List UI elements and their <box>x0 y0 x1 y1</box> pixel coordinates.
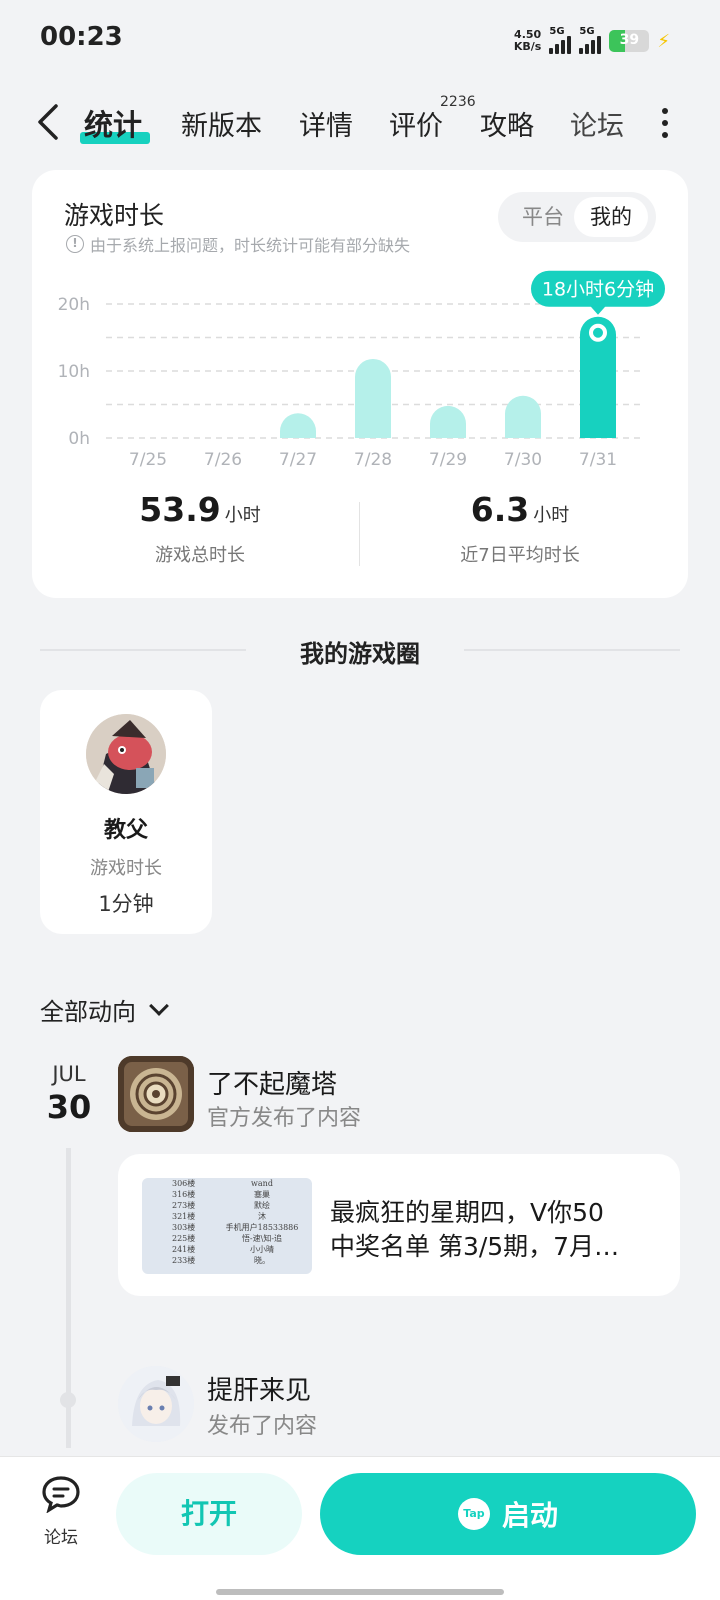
thumb-row: 241楼 小小晴 <box>142 1244 312 1255</box>
thumb-row: 306楼 wand <box>142 1178 312 1189</box>
thumb-winner: 悟-速\知-追 <box>241 1234 283 1243</box>
x-tick-label: 7/31 <box>579 450 617 470</box>
thumb-row: 316楼 塞巢 <box>142 1189 312 1200</box>
friend-play-time: 1分钟 <box>98 892 154 916</box>
y-tick-label: 10h <box>58 362 90 382</box>
friend-card[interactable]: 教父 游戏时长 1分钟 <box>40 690 212 934</box>
timeline-dot <box>60 1392 76 1408</box>
forum-icon <box>42 1476 80 1514</box>
chart-bar-7-27[interactable] <box>280 413 316 438</box>
thumb-row: 225楼 悟-速\知-追 <box>142 1233 312 1244</box>
x-tick-label: 7/28 <box>354 450 392 470</box>
y-tick-label: 20h <box>58 295 90 315</box>
thumb-floor: 273楼 <box>172 1201 196 1210</box>
tap-icon: Tap <box>457 1498 490 1530</box>
thumb-row: 303楼 手机用户18533886 <box>142 1222 312 1233</box>
post-action: 官方发布了内容 <box>207 1106 362 1131</box>
date-day: 30 <box>46 1088 92 1126</box>
top-tab-bar: 统计 新版本 详情 评价 2236 攻略 论坛 <box>0 92 720 162</box>
play-time-chart: 7/25 7/26 7/27 7/28 7/29 7/30 7/31 0h 10h 20h 18… <box>58 270 665 470</box>
status-time: 00:23 <box>40 22 123 52</box>
tooltip-text: 18小时6分钟 <box>542 279 654 301</box>
avg-play-time: 6.3 小时 近7日平均时长 <box>460 490 580 566</box>
post-text: 最疯狂的星期四，V你50 中奖名单 第3/5期，7月… <box>330 1198 620 1261</box>
charging-icon: ⚡ <box>657 30 670 52</box>
bottom-action-bar: 论坛 打开 Tap 启动 <box>0 1456 720 1600</box>
thumb-winner: 默绘 <box>254 1201 270 1210</box>
total-play-time: 53.9 小时 游戏总时长 <box>139 490 261 566</box>
activity-filter[interactable]: 全部动向 <box>40 992 169 1027</box>
chart-bar-7-29[interactable] <box>430 405 466 438</box>
friend-name: 教父 <box>103 818 148 843</box>
thumb-floor: 233楼 <box>172 1256 196 1265</box>
network-speed: 4.50 KB/s <box>513 28 542 53</box>
thumb-floor: 225楼 <box>172 1234 196 1243</box>
thumb-row: 321楼 沐 <box>142 1211 312 1222</box>
thumb-winner: wand <box>251 1179 273 1188</box>
battery-icon: 39 <box>609 30 650 52</box>
signal-icon-2: 5G <box>579 26 602 54</box>
status-bar: 00:23 4.50 KB/s 5G 5G 39 ⚡ <box>0 0 720 80</box>
x-tick-label: 7/25 <box>129 450 167 470</box>
post-card[interactable]: 306楼 wand 316楼 塞巢 273楼 默绘 321楼 沐 303楼 手机用户1853388… <box>118 1154 680 1296</box>
section-title: 我的游戏圈 <box>300 640 420 668</box>
launch-button[interactable]: Tap 启动 <box>320 1473 696 1555</box>
tab-guides[interactable]: 攻略 <box>480 104 534 143</box>
forum-button[interactable]: 论坛 <box>30 1475 92 1548</box>
x-tick-label: 7/26 <box>204 450 242 470</box>
thumb-winner: 沐 <box>258 1212 266 1221</box>
tab-details[interactable]: 详情 <box>299 104 353 143</box>
x-tick-label: 7/29 <box>429 450 467 470</box>
thumb-winner: 晓。 <box>254 1256 270 1265</box>
home-indicator[interactable] <box>216 1589 504 1595</box>
tab-stats[interactable]: 统计 <box>84 102 142 144</box>
thumb-row: 233楼 晓。 <box>142 1255 312 1266</box>
post-action: 发布了内容 <box>207 1414 318 1439</box>
post-author[interactable]: 提肝来见 <box>207 1370 311 1407</box>
chart-tooltip: 18小时6分钟 <box>531 270 665 315</box>
tab-reviews[interactable]: 评价 <box>389 104 443 143</box>
friend-play-label: 游戏时长 <box>90 858 162 879</box>
tab-new-version[interactable]: 新版本 <box>181 104 262 143</box>
thumb-floor: 321楼 <box>172 1212 196 1221</box>
avatar <box>86 714 166 794</box>
post-author[interactable]: 了不起魔塔 <box>207 1064 337 1101</box>
thumb-winner: 塞巢 <box>254 1190 270 1199</box>
signal-icon: 5G <box>549 26 572 54</box>
y-tick-label: 0h <box>68 429 90 449</box>
thumb-floor: 306楼 <box>172 1179 196 1188</box>
thumb-floor: 303楼 <box>172 1223 196 1232</box>
thumb-floor: 316楼 <box>172 1190 196 1199</box>
back-icon[interactable] <box>34 102 64 142</box>
thumb-winner: 小小晴 <box>250 1245 274 1254</box>
game-icon[interactable] <box>118 1056 194 1132</box>
date-month: JUL <box>52 1062 86 1086</box>
thumb-floor: 241楼 <box>172 1245 196 1254</box>
thumb-row: 273楼 默绘 <box>142 1200 312 1211</box>
play-time-card: 游戏时长 ! 由于系统上报问题，时长统计可能有部分缺失 平台 我的 7/25 7/… <box>32 170 688 598</box>
x-tick-label: 7/30 <box>504 450 542 470</box>
reviews-count-badge: 2236 <box>440 94 476 110</box>
open-button[interactable]: 打开 <box>116 1473 302 1555</box>
status-icons: 4.50 KB/s 5G 5G 39 ⚡ <box>514 26 670 56</box>
chart-bar-7-31[interactable] <box>580 316 616 438</box>
chevron-down-icon <box>149 995 169 1016</box>
x-tick-label: 7/27 <box>279 450 317 470</box>
chart-bar-7-30[interactable] <box>505 395 541 438</box>
tab-forum[interactable]: 论坛 <box>570 104 624 143</box>
chart-bar-7-28[interactable] <box>355 358 391 438</box>
more-icon[interactable] <box>662 108 670 138</box>
avatar[interactable] <box>118 1366 194 1442</box>
post-thumbnail: 306楼 wand 316楼 塞巢 273楼 默绘 321楼 沐 303楼 手机用户1853388… <box>142 1178 312 1274</box>
thumb-winner: 手机用户18533886 <box>225 1223 299 1232</box>
